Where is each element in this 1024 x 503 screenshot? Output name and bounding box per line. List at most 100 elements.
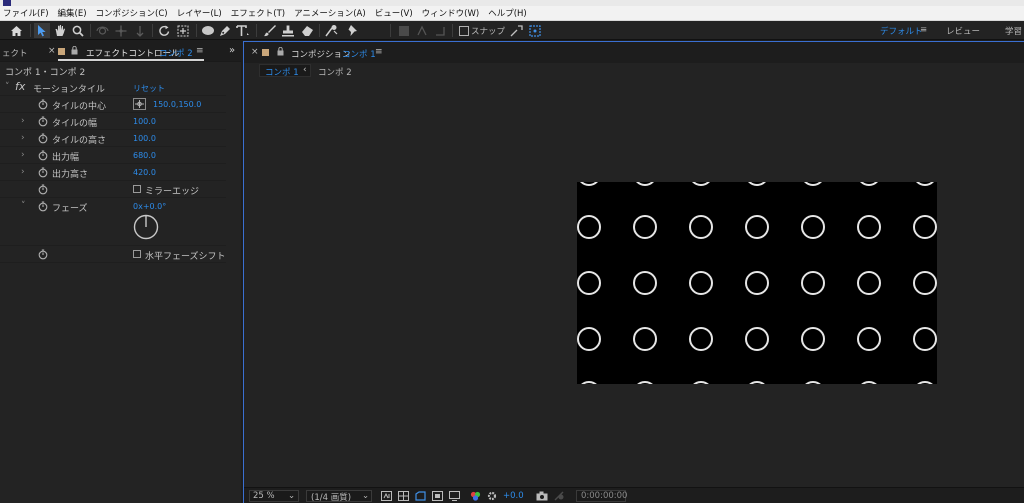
pan-camera-icon[interactable] xyxy=(113,23,129,38)
panel-menu-icon[interactable]: ≡ xyxy=(196,46,204,56)
stopwatch-icon[interactable] xyxy=(38,150,48,164)
workspace-learn[interactable]: 学習 xyxy=(1005,25,1022,37)
menu-file[interactable]: ファイル(F) xyxy=(3,7,49,19)
menu-window[interactable]: ウィンドウ(W) xyxy=(422,7,480,19)
ellipse-tool-icon[interactable] xyxy=(200,23,216,38)
stopwatch-icon[interactable] xyxy=(38,249,48,263)
param-value[interactable]: 100.0 xyxy=(133,117,156,126)
anchor-point-tool-icon[interactable] xyxy=(175,23,191,38)
eraser-tool-icon[interactable] xyxy=(299,23,315,38)
zoom-tool-icon[interactable] xyxy=(70,23,86,38)
collapse-chevron-icon[interactable]: ˅ xyxy=(21,201,26,211)
expand-chevron-icon[interactable]: › xyxy=(21,133,25,143)
clone-stamp-tool-icon[interactable] xyxy=(280,23,296,38)
composition-viewer[interactable] xyxy=(244,79,1024,487)
chevron-down-icon: ⌄ xyxy=(362,491,370,501)
fx-icon[interactable]: fx xyxy=(15,80,25,93)
lock-icon[interactable] xyxy=(71,45,78,58)
menu-help[interactable]: ヘルプ(H) xyxy=(488,7,527,19)
pen-tool-icon[interactable] xyxy=(218,23,232,38)
tile-circle xyxy=(693,381,709,384)
menu-edit[interactable]: 編集(E) xyxy=(58,7,87,19)
home-icon[interactable] xyxy=(8,23,24,38)
workspace-menu-icon[interactable]: ≡ xyxy=(920,25,927,35)
transparency-grid-icon[interactable] xyxy=(398,491,409,503)
snap-options-icon[interactable] xyxy=(508,23,524,38)
composition-canvas[interactable] xyxy=(577,182,937,384)
local-axis-icon[interactable] xyxy=(396,23,412,38)
dolly-camera-icon[interactable] xyxy=(132,23,148,38)
hand-tool-icon[interactable] xyxy=(52,23,68,38)
lock-icon[interactable] xyxy=(277,46,284,59)
toggle-mask-icon[interactable] xyxy=(432,491,443,503)
tile-circle xyxy=(857,271,881,295)
param-row-phase: ˅ フェーズ 0x+0.0° xyxy=(0,198,226,246)
close-tab-icon[interactable]: × xyxy=(251,47,259,57)
exposure-value[interactable]: +0.0 xyxy=(503,491,524,501)
menu-effect[interactable]: エフェクト(T) xyxy=(231,7,285,19)
snapping-checkbox[interactable] xyxy=(457,23,470,38)
show-snapshot-icon[interactable] xyxy=(554,491,565,503)
effect-controls-tab-comp[interactable]: コンポ 2 xyxy=(159,47,193,59)
expand-chevron-icon[interactable]: ˅ xyxy=(5,82,10,92)
rotate-tool-icon[interactable] xyxy=(156,23,172,38)
flow-comp-2[interactable]: コンポ 2 xyxy=(318,66,352,78)
stopwatch-icon[interactable] xyxy=(38,167,48,181)
selection-tool-icon[interactable] xyxy=(34,23,50,38)
panel-overflow-chevron-icon[interactable]: » xyxy=(229,45,235,56)
expand-chevron-icon[interactable]: › xyxy=(21,150,25,160)
choose-grid-icon[interactable] xyxy=(449,491,460,503)
tile-circle xyxy=(917,381,933,384)
tile-circle xyxy=(637,381,653,384)
param-value[interactable]: 0x+0.0° xyxy=(133,202,166,211)
puppet-pin-tool-icon[interactable] xyxy=(344,23,362,38)
menu-composition[interactable]: コンポジション(C) xyxy=(96,7,168,19)
workspace-review[interactable]: レビュー xyxy=(946,25,980,37)
stopwatch-icon[interactable] xyxy=(38,201,48,215)
type-tool-icon[interactable] xyxy=(234,23,252,38)
snap-grid-icon[interactable] xyxy=(527,23,543,38)
effect-reset-link[interactable]: リセット xyxy=(133,83,165,94)
param-value[interactable]: 680.0 xyxy=(133,151,156,160)
color-management-icon[interactable] xyxy=(487,491,497,503)
phase-angle-dial[interactable] xyxy=(133,214,159,243)
channel-rgb-icon[interactable] xyxy=(470,491,481,503)
menu-view[interactable]: ビュー(V) xyxy=(375,7,413,19)
active-tab-underline xyxy=(58,59,204,61)
panel-menu-icon[interactable]: ≡ xyxy=(375,47,383,57)
fast-previews-icon[interactable] xyxy=(381,491,392,503)
param-row-horizontal-phase-shift: 水平フェーズシフト xyxy=(0,246,226,263)
expand-chevron-icon[interactable]: › xyxy=(21,167,25,177)
stopwatch-icon[interactable] xyxy=(38,116,48,130)
param-value[interactable]: 150.0,150.0 xyxy=(153,100,201,109)
stopwatch-icon[interactable] xyxy=(38,133,48,147)
effect-header-row[interactable]: ˅ fx モーションタイル リセット xyxy=(0,79,226,96)
world-axis-icon[interactable] xyxy=(414,23,430,38)
close-tab-icon[interactable]: × xyxy=(48,46,56,56)
roto-brush-tool-icon[interactable] xyxy=(323,23,341,38)
mirror-edges-checkbox[interactable] xyxy=(133,185,141,193)
param-value[interactable]: 100.0 xyxy=(133,134,156,143)
composition-tab-comp[interactable]: コンポ 1 xyxy=(342,48,376,60)
stopwatch-icon[interactable] xyxy=(38,184,48,198)
horizontal-phase-shift-checkbox[interactable] xyxy=(133,250,141,258)
param-value[interactable]: 420.0 xyxy=(133,168,156,177)
view-axis-icon[interactable] xyxy=(432,23,448,38)
camera-snapshot-icon[interactable] xyxy=(536,491,548,503)
orbit-camera-icon[interactable] xyxy=(94,23,110,38)
menu-animation[interactable]: アニメーション(A) xyxy=(294,7,366,19)
brush-tool-icon[interactable] xyxy=(261,23,277,38)
region-of-interest-icon[interactable] xyxy=(415,491,426,503)
stopwatch-icon[interactable] xyxy=(38,99,48,113)
resolution-value: (1/4 画質) xyxy=(311,493,352,503)
menu-bar: ファイル(F) 編集(E) コンポジション(C) レイヤー(L) エフェクト(T… xyxy=(0,6,1024,21)
point-target-icon[interactable] xyxy=(133,98,146,110)
menu-layer[interactable]: レイヤー(L) xyxy=(177,7,222,19)
effects-presets-tab[interactable]: ェクト xyxy=(2,47,28,59)
flow-comp-1[interactable]: コンポ 1 xyxy=(265,66,299,78)
expand-chevron-icon[interactable]: › xyxy=(21,116,25,126)
tile-circle xyxy=(689,271,713,295)
param-name: 出力幅 xyxy=(52,153,80,163)
workspace-default[interactable]: デフォルト xyxy=(880,25,923,37)
tile-circle xyxy=(633,271,657,295)
